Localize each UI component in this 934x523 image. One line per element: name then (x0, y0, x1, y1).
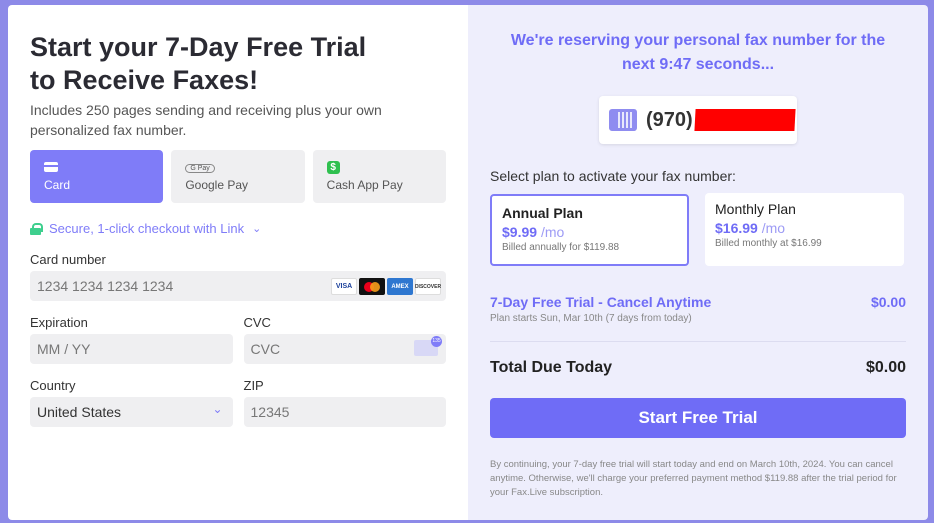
mastercard-icon (359, 278, 385, 295)
zip-label: ZIP (243, 378, 264, 393)
method-google-pay[interactable]: G Pay Google Pay (171, 150, 305, 203)
redaction (694, 109, 796, 131)
reservation-timer: We're reserving your personal fax number… (510, 32, 886, 73)
card-number-placeholder: 1234 1234 1234 1234 (37, 278, 174, 294)
start-free-trial-button[interactable]: Start Free Trial (490, 398, 906, 438)
card-brands: VISA AMEX DISCOVER (331, 278, 441, 295)
divider (490, 341, 906, 342)
method-cash-app-pay[interactable]: $ Cash App Pay (312, 150, 446, 203)
title-line-2: to Receive Faxes! (30, 65, 259, 95)
fax-machine-icon (609, 109, 637, 131)
discover-icon: DISCOVER (415, 278, 441, 295)
trial-title: 7-Day Free Trial - Cancel Anytime (490, 294, 712, 310)
method-card[interactable]: Card (30, 150, 164, 203)
page-title: Start your 7-Day Free Trial to Receive Fa… (30, 31, 446, 97)
price-period: /mo (540, 224, 565, 240)
zip-placeholder: 12345 (250, 404, 290, 420)
plan-name: Monthly Plan (715, 201, 796, 217)
method-label: Card (44, 178, 71, 192)
country-select[interactable]: United States ⌄ (30, 397, 233, 427)
plan-billing: Billed annually for $119.88 (502, 242, 620, 253)
payment-methods: Card G Pay Google Pay $ Cash App Pay (30, 150, 446, 203)
select-plan-label: Select plan to activate your fax number: (490, 168, 736, 184)
plan-billing: Billed monthly at $16.99 (715, 238, 822, 249)
plan-name: Annual Plan (502, 205, 583, 221)
cvc-label: CVC (243, 315, 271, 330)
price-value: $16.99 (715, 220, 758, 236)
trial-amount: $0.00 (870, 294, 906, 310)
expiration-input[interactable]: MM / YY (30, 334, 233, 364)
chevron-down-icon: ⌄ (212, 402, 223, 416)
payment-panel: Start your 7-Day Free Trial to Receive Fa… (8, 5, 468, 520)
plan-price: $16.99 /mo (715, 220, 894, 236)
cvc-input[interactable]: CVC 135 (243, 334, 446, 364)
visa-icon: VISA (331, 278, 357, 295)
google-pay-icon: G Pay (185, 164, 215, 173)
checkout-window: Start your 7-Day Free Trial to Receive Fa… (8, 5, 928, 520)
card-number-label: Card number (30, 252, 106, 267)
cash-app-icon: $ (326, 161, 340, 174)
card-number-input[interactable]: 1234 1234 1234 1234 VISA AMEX DISCOVER (30, 271, 446, 301)
lock-icon (30, 222, 43, 235)
method-label: Google Pay (185, 178, 249, 192)
total-label: Total Due Today (490, 359, 613, 376)
total-amount: $0.00 (865, 359, 906, 376)
method-label: Cash App Pay (326, 178, 403, 192)
cvc-card-icon: 135 (414, 336, 442, 356)
fax-number-card: (970) (599, 96, 797, 144)
subtitle: Includes 250 pages sending and receiving… (30, 102, 382, 138)
fine-print: By continuing, your 7-day free trial wil… (490, 459, 897, 498)
amex-icon: AMEX (387, 278, 413, 295)
cvc-badge: 135 (431, 336, 442, 347)
total-row: Total Due Today $0.00 (490, 359, 906, 377)
title-line-1: Start your 7-Day Free Trial (30, 32, 367, 62)
country-value: United States (37, 404, 122, 420)
expiration-placeholder: MM / YY (37, 341, 91, 357)
plan-monthly[interactable]: Monthly Plan $16.99 /mo Billed monthly at … (705, 193, 904, 266)
plan-price: $9.99 /mo (502, 224, 677, 240)
price-value: $9.99 (502, 224, 538, 240)
card-icon (44, 162, 58, 172)
trial-detail: Plan starts Sun, Mar 10th (7 days from t… (490, 313, 692, 324)
link-text: Secure, 1-click checkout with Link (49, 221, 245, 236)
country-label: Country (30, 378, 76, 393)
trial-summary: 7-Day Free Trial - Cancel Anytime Plan st… (490, 294, 906, 324)
cvc-placeholder: CVC (250, 341, 281, 357)
price-period: /mo (761, 220, 786, 236)
link-checkout-toggle[interactable]: Secure, 1-click checkout with Link ⌄ (30, 221, 446, 236)
expiration-label: Expiration (30, 315, 88, 330)
plan-annual[interactable]: Annual Plan $9.99 /mo Billed annually for … (490, 194, 689, 266)
plan-panel: We're reserving your personal fax number… (468, 5, 928, 520)
chevron-down-icon: ⌄ (252, 223, 262, 235)
zip-input[interactable]: 12345 (243, 397, 446, 427)
fax-number-prefix: (970) (646, 108, 693, 131)
